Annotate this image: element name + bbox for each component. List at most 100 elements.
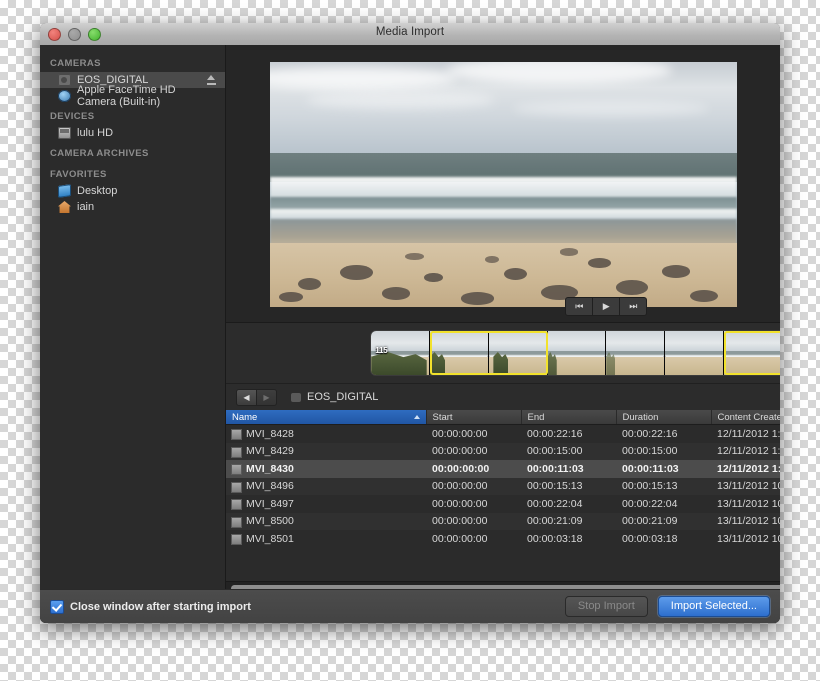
cell-content-created: 13/11/2012 10:57:54 AM [711, 530, 780, 548]
cell-start: 00:00:00:00 [426, 495, 521, 513]
filmstrip-frame[interactable] [665, 331, 724, 375]
cell-duration: 00:00:11:03 [616, 460, 711, 478]
sidebar-item-label: Apple FaceTime HD Camera (Built-in) [77, 84, 217, 108]
cell-name: MVI_8429 [226, 443, 426, 461]
skip-forward-button[interactable]: ⏭ [620, 297, 647, 316]
sidebar-item-label: lulu HD [77, 127, 113, 139]
cell-end: 00:00:22:04 [521, 495, 616, 513]
clip-icon [231, 464, 242, 475]
breadcrumb: EOS_DIGITAL [307, 391, 378, 403]
camera-icon [58, 74, 71, 86]
sidebar-item-lulu-hd[interactable]: lulu HD [40, 125, 225, 141]
cell-name: MVI_8496 [226, 478, 426, 496]
media-table-container[interactable]: Name Start End Duration Content Created … [226, 410, 780, 595]
cell-end: 00:00:22:16 [521, 425, 616, 443]
skip-back-button[interactable]: ⏮ [565, 297, 593, 316]
sidebar-group-camera-archives: CAMERA ARCHIVES [40, 141, 225, 162]
clip-icon [231, 499, 242, 510]
cell-duration: 00:00:21:09 [616, 513, 711, 531]
table-row[interactable]: MVI_850100:00:00:0000:00:03:1800:00:03:1… [226, 530, 780, 548]
back-button[interactable]: ◀ [236, 389, 257, 406]
cell-content-created: 12/11/2012 1:51:56 PM [711, 425, 780, 443]
cell-content-created: 13/11/2012 10:57:22 AM [711, 513, 780, 531]
cell-content-created: 13/11/2012 10:56:08 AM [711, 478, 780, 496]
filmstrip[interactable]: 115 [371, 331, 780, 375]
play-button[interactable]: ▶ [593, 297, 620, 316]
filmstrip-frame[interactable] [489, 331, 548, 375]
drive-icon [58, 127, 71, 139]
cell-start: 00:00:00:00 [426, 478, 521, 496]
close-window-checkbox[interactable] [50, 600, 64, 614]
column-header-name[interactable]: Name [226, 410, 426, 425]
forward-button[interactable]: ▶ [257, 389, 277, 406]
stop-import-button[interactable]: Stop Import [565, 596, 648, 617]
clip-icon [231, 482, 242, 493]
clip-icon [231, 534, 242, 545]
sidebar-item-iain[interactable]: iain [40, 199, 225, 215]
filmstrip-frame[interactable] [606, 331, 665, 375]
preview-image [270, 62, 737, 307]
sidebar-group-favorites: FAVORITES [40, 162, 225, 183]
desktop-icon [58, 184, 71, 198]
media-table: Name Start End Duration Content Created … [226, 410, 780, 548]
facetime-icon [58, 90, 71, 102]
sidebar-item-facetime-camera[interactable]: Apple FaceTime HD Camera (Built-in) [40, 88, 225, 104]
breadcrumb-bar: ◀ ▶ EOS_DIGITAL [226, 383, 780, 410]
cell-name: MVI_8497 [226, 495, 426, 513]
table-row[interactable]: MVI_849600:00:00:0000:00:15:1300:00:15:1… [226, 478, 780, 496]
cell-content-created: 12/11/2012 1:52:22 PM [711, 443, 780, 461]
cell-end: 00:00:15:00 [521, 443, 616, 461]
cell-start: 00:00:00:00 [426, 460, 521, 478]
preview-pane: ⏮ ▶ ⏭ [226, 45, 780, 322]
table-row[interactable]: MVI_843000:00:00:0000:00:11:0300:00:11:0… [226, 460, 780, 478]
sidebar-item-label: Desktop [77, 185, 117, 197]
home-icon [58, 201, 71, 213]
close-window-label: Close window after starting import [70, 601, 251, 613]
cell-name: MVI_8430 [226, 460, 426, 478]
window-title: Media Import [40, 26, 780, 38]
cell-name: MVI_8428 [226, 425, 426, 443]
filmstrip-frame[interactable] [724, 331, 780, 375]
chevron-right-icon: ▶ [263, 393, 269, 402]
filmstrip-pane: 115 [226, 322, 780, 383]
cell-start: 00:00:00:00 [426, 443, 521, 461]
cell-end: 00:00:15:13 [521, 478, 616, 496]
close-window-checkbox-group[interactable]: Close window after starting import [50, 600, 251, 614]
footer-actions: Stop Import Import Selected... [565, 596, 770, 617]
clip-icon [231, 517, 242, 528]
clip-icon [231, 447, 242, 458]
table-body: MVI_842800:00:00:0000:00:22:1600:00:22:1… [226, 425, 780, 548]
media-import-window: Media Import CAMERAS EOS_DIGITAL Apple F… [40, 23, 780, 623]
cell-duration: 00:00:03:18 [616, 530, 711, 548]
column-header-content-created[interactable]: Content Created [711, 410, 780, 425]
clip-icon [231, 429, 242, 440]
cell-name: MVI_8501 [226, 530, 426, 548]
window-footer: Close window after starting import Stop … [40, 589, 780, 623]
filmstrip-badge: 115 [375, 346, 387, 355]
sidebar-item-label: iain [77, 201, 94, 213]
cell-duration: 00:00:15:00 [616, 443, 711, 461]
filmstrip-frame[interactable] [430, 331, 489, 375]
column-header-start[interactable]: Start [426, 410, 521, 425]
window-titlebar[interactable]: Media Import [40, 23, 780, 46]
table-row[interactable]: MVI_850000:00:00:0000:00:21:0900:00:21:0… [226, 513, 780, 531]
column-header-duration[interactable]: Duration [616, 410, 711, 425]
table-row[interactable]: MVI_849700:00:00:0000:00:22:0400:00:22:0… [226, 495, 780, 513]
table-row[interactable]: MVI_842900:00:00:0000:00:15:0000:00:15:0… [226, 443, 780, 461]
cell-name: MVI_8500 [226, 513, 426, 531]
cell-content-created: 13/11/2012 10:56:36 AM [711, 495, 780, 513]
sidebar-item-desktop[interactable]: Desktop [40, 183, 225, 199]
skip-forward-icon: ⏭ [629, 302, 637, 311]
cell-start: 00:00:00:00 [426, 513, 521, 531]
cell-duration: 00:00:22:04 [616, 495, 711, 513]
sidebar: CAMERAS EOS_DIGITAL Apple FaceTime HD Ca… [40, 45, 226, 623]
filmstrip-frame[interactable] [548, 331, 607, 375]
cell-end: 00:00:03:18 [521, 530, 616, 548]
table-row[interactable]: MVI_842800:00:00:0000:00:22:1600:00:22:1… [226, 425, 780, 443]
play-icon: ▶ [603, 302, 610, 311]
transport-controls: ⏮ ▶ ⏭ [226, 296, 780, 316]
import-selected-button[interactable]: Import Selected... [658, 596, 770, 617]
sort-ascending-icon [414, 415, 420, 419]
cell-content-created: 12/11/2012 1:52:46 PM [711, 460, 780, 478]
column-header-end[interactable]: End [521, 410, 616, 425]
